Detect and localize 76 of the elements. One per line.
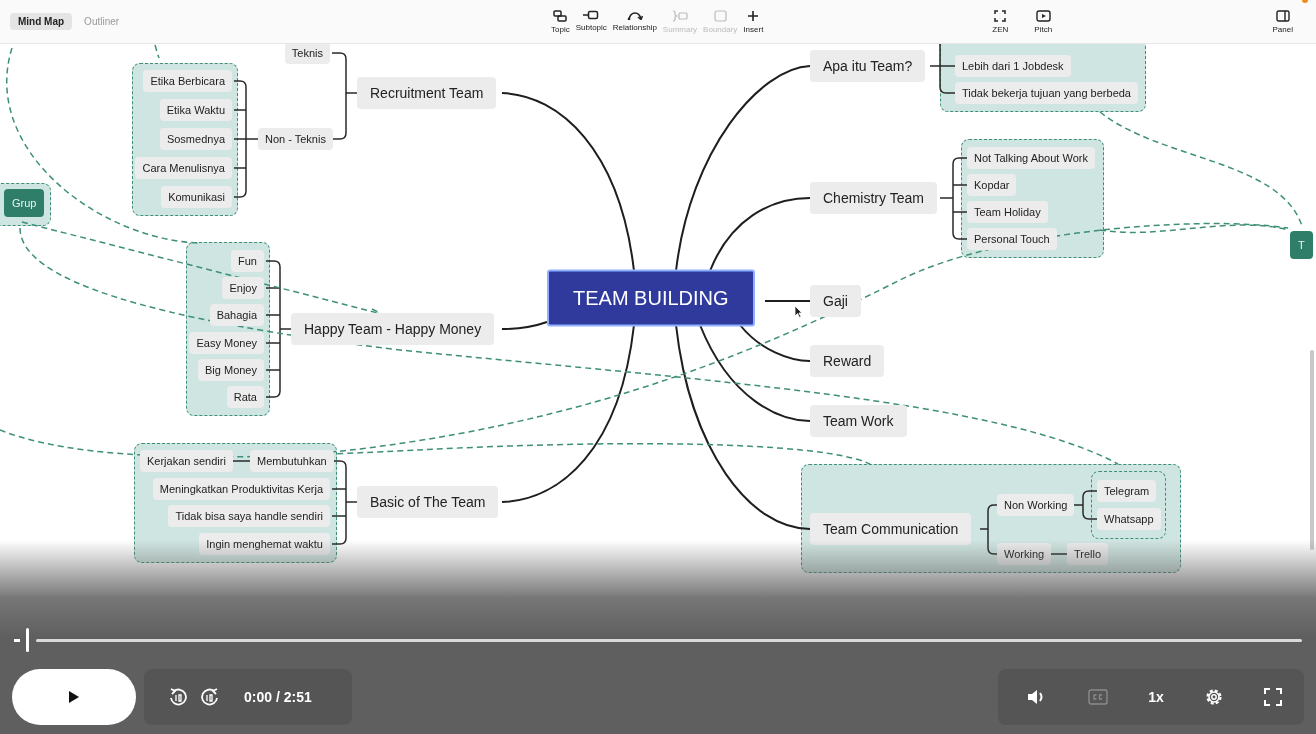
play-icon bbox=[68, 690, 80, 704]
boundary-icon bbox=[713, 9, 727, 22]
subtopic[interactable]: Rata bbox=[226, 386, 264, 408]
plus-icon bbox=[747, 9, 760, 22]
view-tab[interactable]: Mind Map bbox=[10, 13, 73, 30]
panel-icon bbox=[1275, 9, 1290, 22]
subtopic[interactable]: Non - Teknis bbox=[258, 128, 333, 150]
fullscreen-icon bbox=[1263, 688, 1282, 706]
subtopic[interactable]: Tidak bekerja tujuan yang berbeda bbox=[955, 82, 1138, 104]
connector-line bbox=[1072, 490, 1098, 520]
zen-button[interactable]: ZEN bbox=[989, 7, 1012, 36]
subtopic[interactable]: Working bbox=[997, 543, 1052, 565]
main-topic[interactable]: Gaji bbox=[810, 285, 861, 317]
subtopic[interactable]: Meningkatkan Produktivitas Kerja bbox=[152, 478, 330, 500]
rewind-icon bbox=[168, 687, 188, 707]
subtopic[interactable]: Tidak bisa saya handle sendiri bbox=[168, 505, 330, 527]
subtopic[interactable]: Kopdar bbox=[967, 174, 1017, 196]
subtopic[interactable]: Cara Menulisnya bbox=[135, 157, 232, 179]
subtopic[interactable]: Telegram bbox=[1097, 480, 1157, 502]
subtopic[interactable]: Ingin menghemat waktu bbox=[199, 533, 330, 555]
play-screen-icon bbox=[1035, 9, 1051, 22]
topic-tool-button[interactable]: Topic bbox=[548, 7, 573, 36]
subtopic[interactable]: Etika Berbicara bbox=[143, 70, 232, 92]
central-topic[interactable]: TEAM BUILDING bbox=[547, 269, 755, 327]
subtopic-tool-button[interactable]: Subtopic bbox=[572, 7, 610, 36]
main-topic[interactable]: Apa itu Team? bbox=[810, 50, 926, 82]
subtopic[interactable]: Sosmednya bbox=[159, 128, 232, 150]
progress-thumb[interactable] bbox=[26, 628, 29, 652]
connector-line bbox=[764, 300, 811, 302]
curved-arrow-icon bbox=[626, 9, 643, 20]
subtopic-icon bbox=[583, 9, 600, 20]
main-topic[interactable]: Chemistry Team bbox=[810, 182, 937, 214]
captions-icon bbox=[1088, 689, 1109, 705]
insert-tool-button[interactable]: Insert bbox=[740, 7, 767, 36]
speed-button[interactable]: 1x bbox=[1148, 689, 1164, 705]
summary-icon bbox=[671, 9, 688, 22]
time-display: 0:00 / 2:51 bbox=[244, 689, 312, 705]
progress-track[interactable] bbox=[14, 626, 1302, 654]
progress-start-mark bbox=[14, 639, 20, 642]
subtopic[interactable]: Easy Money bbox=[189, 332, 264, 354]
main-topic[interactable]: Happy Team - Happy Money bbox=[291, 313, 495, 345]
subtopic[interactable]: Personal Touch bbox=[967, 228, 1057, 250]
fullscreen-button[interactable] bbox=[1263, 688, 1282, 706]
floating-topic[interactable]: T bbox=[1290, 231, 1313, 259]
scrollbar[interactable] bbox=[1310, 350, 1314, 550]
panel-button[interactable]: Panel bbox=[1269, 7, 1296, 36]
subtopic[interactable]: Team Holiday bbox=[967, 201, 1048, 223]
relationship-tool-button[interactable]: Relationship bbox=[609, 7, 660, 36]
subtopic[interactable]: Lebih dari 1 Jobdesk bbox=[955, 55, 1071, 77]
main-topic[interactable]: Team Communication bbox=[810, 513, 972, 545]
main-topic[interactable]: Team Work bbox=[810, 405, 907, 437]
subtopic[interactable]: Fun bbox=[231, 250, 264, 272]
main-topic[interactable]: Recruitment Team bbox=[357, 77, 497, 109]
rewind-10-button[interactable] bbox=[168, 687, 188, 707]
subtopic[interactable]: Membutuhkan bbox=[250, 450, 334, 472]
floating-topic[interactable]: Grup bbox=[4, 189, 45, 217]
play-button[interactable] bbox=[12, 669, 136, 725]
subtopic[interactable]: Teknis bbox=[284, 42, 330, 64]
forward-10-button[interactable] bbox=[200, 687, 220, 707]
subtopic[interactable]: Bahagia bbox=[209, 304, 264, 326]
subtopic[interactable]: Etika Waktu bbox=[159, 99, 232, 121]
subtopic[interactable]: Trello bbox=[1067, 543, 1109, 565]
main-topic[interactable]: Reward bbox=[810, 345, 885, 377]
forward-icon bbox=[200, 687, 220, 707]
topic-icon bbox=[553, 9, 568, 22]
subtopic[interactable]: Enjoy bbox=[222, 277, 264, 299]
subtopic[interactable]: Big Money bbox=[198, 359, 264, 381]
main-topic[interactable]: Basic of The Team bbox=[357, 486, 499, 518]
subtopic[interactable]: Komunikasi bbox=[161, 186, 232, 208]
pitch-button[interactable]: Pitch bbox=[1031, 7, 1056, 36]
fullscreen-icon bbox=[994, 9, 1007, 22]
mouse-cursor-icon bbox=[794, 305, 803, 318]
subtopic[interactable]: Kerjakan sendiri bbox=[140, 450, 233, 472]
subtopic[interactable]: Whatsapp bbox=[1097, 508, 1161, 530]
subtopic[interactable]: Non Working bbox=[997, 494, 1075, 516]
subtopic[interactable]: Not Talking About Work bbox=[967, 147, 1095, 169]
